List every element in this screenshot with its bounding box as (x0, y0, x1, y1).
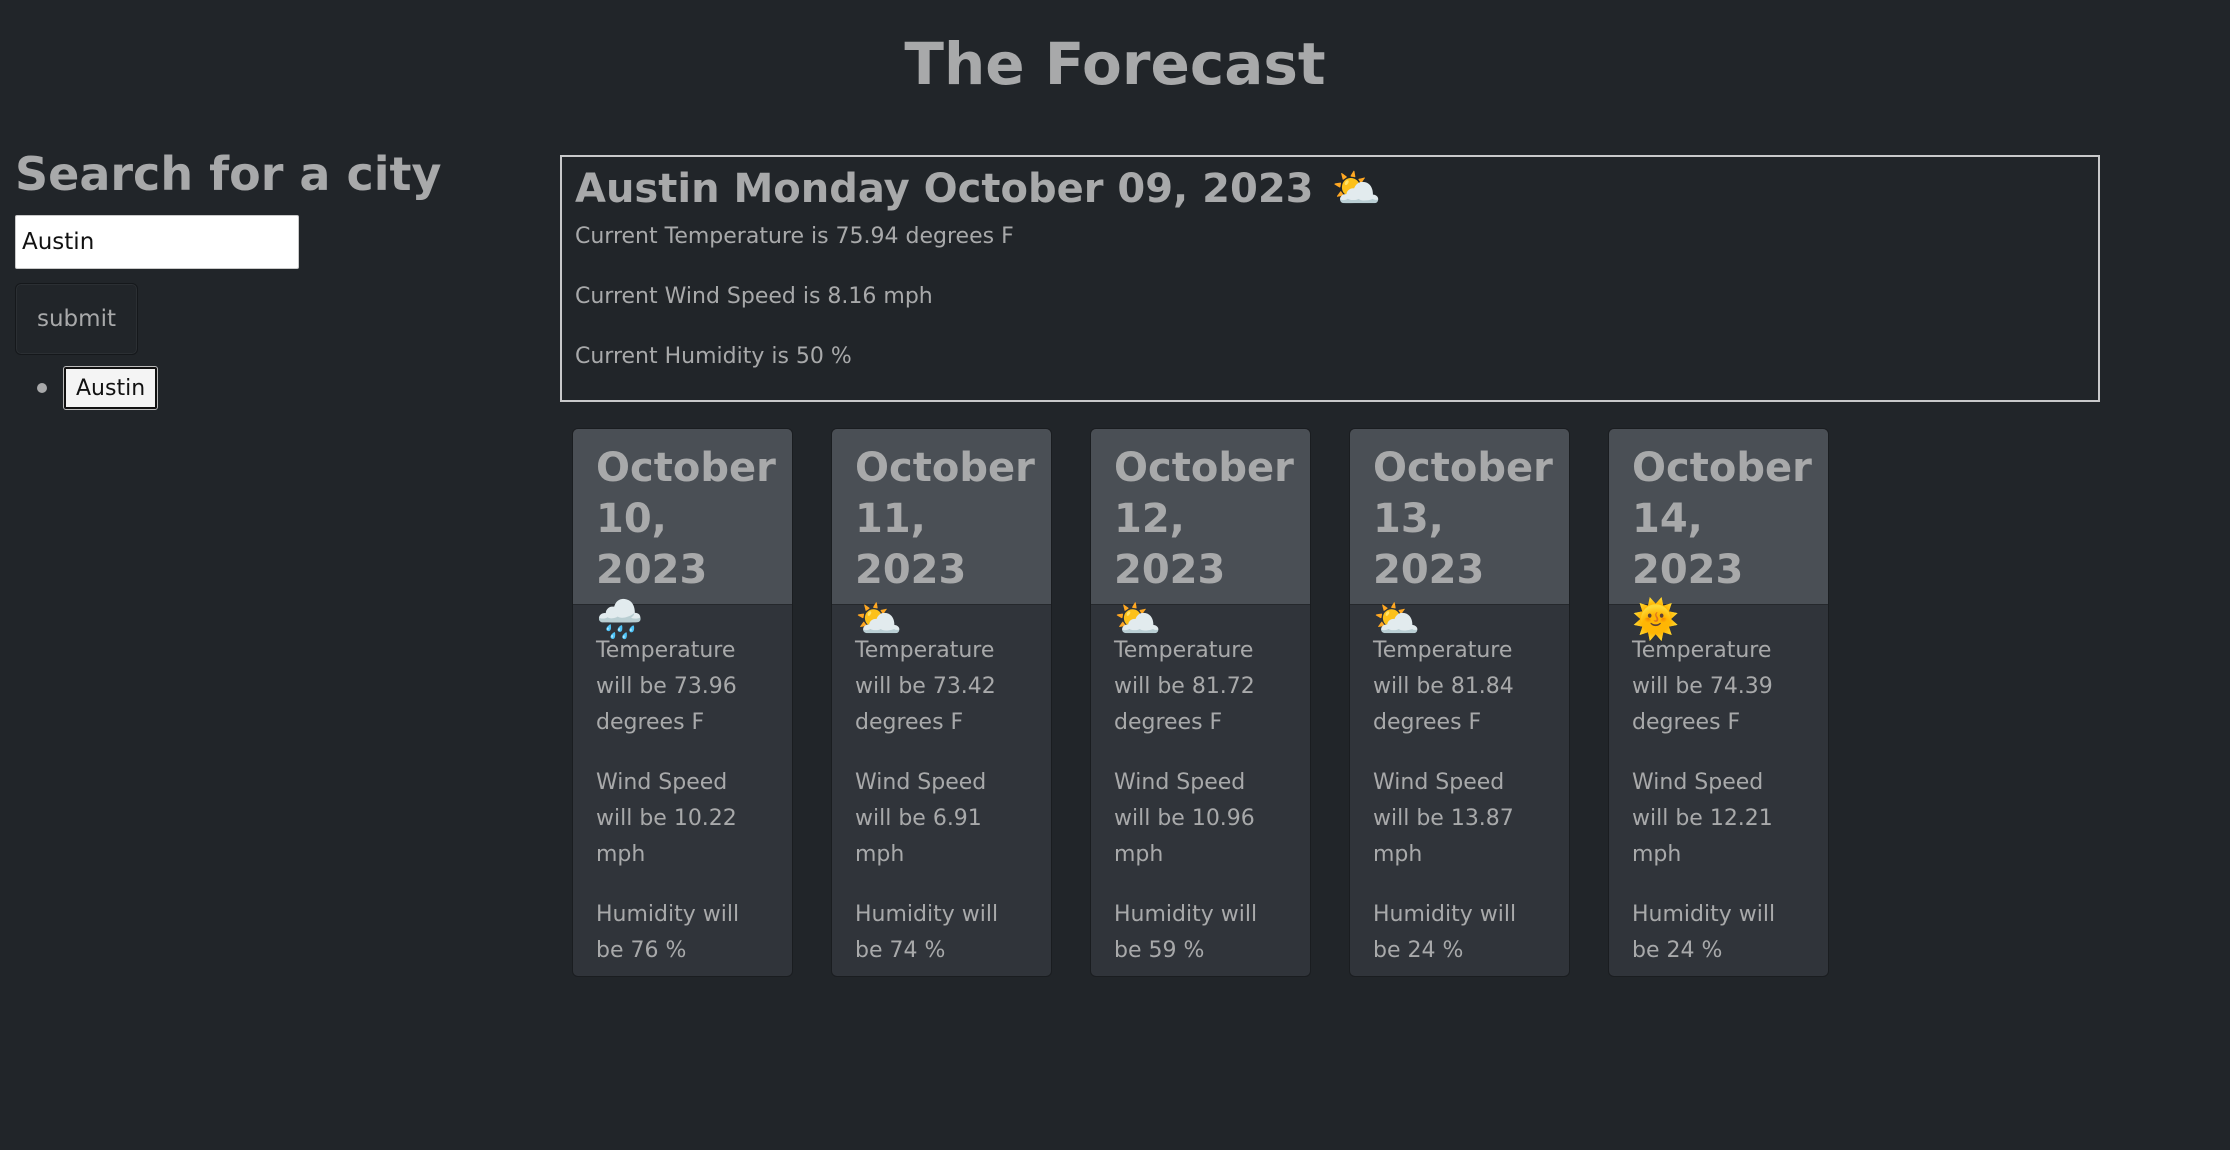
history-city-button[interactable]: Austin (62, 366, 159, 410)
forecast-card: October 10, 2023 🌧️ Temperature will be … (572, 428, 793, 977)
forecast-card: October 13, 2023 ⛅ Temperature will be 8… (1349, 428, 1570, 977)
forecast-date: October 11, 2023 (855, 445, 1035, 593)
five-day-forecast: October 10, 2023 🌧️ Temperature will be … (572, 428, 1829, 977)
forecast-temperature: Temperature will be 81.72 degrees F (1114, 638, 1255, 735)
city-search-input[interactable] (15, 215, 299, 269)
forecast-date: October 13, 2023 (1373, 445, 1553, 593)
page-title: The Forecast (904, 30, 1326, 98)
current-temperature: Current Temperature is 75.94 degrees F (575, 224, 1014, 249)
sun-behind-cloud-icon: ⛅ (1331, 166, 1382, 212)
search-history-list: Austin (15, 366, 535, 410)
forecast-date: October 14, 2023 (1632, 445, 1812, 593)
history-item: Austin (37, 366, 535, 410)
forecast-wind-speed: Wind Speed will be 10.96 mph (1114, 770, 1255, 867)
forecast-temperature: Temperature will be 73.96 degrees F (596, 638, 737, 735)
forecast-temperature: Temperature will be 81.84 degrees F (1373, 638, 1514, 735)
forecast-card: October 12, 2023 ⛅ Temperature will be 8… (1090, 428, 1311, 977)
forecast-wind-speed: Wind Speed will be 10.22 mph (596, 770, 737, 867)
forecast-temperature: Temperature will be 73.42 degrees F (855, 638, 996, 735)
forecast-date: October 10, 2023 (596, 445, 776, 593)
forecast-wind-speed: Wind Speed will be 13.87 mph (1373, 770, 1514, 867)
forecast-card: October 11, 2023 ⛅ Temperature will be 7… (831, 428, 1052, 977)
forecast-wind-speed: Wind Speed will be 12.21 mph (1632, 770, 1773, 867)
forecast-humidity: Humidity will be 24 % (1373, 902, 1517, 963)
current-weather-title: Austin Monday October 09, 2023 (575, 166, 1314, 212)
forecast-humidity: Humidity will be 74 % (855, 902, 999, 963)
forecast-humidity: Humidity will be 76 % (596, 902, 740, 963)
current-wind-speed: Current Wind Speed is 8.16 mph (575, 284, 933, 309)
forecast-card: October 14, 2023 🌞 Temperature will be 7… (1608, 428, 1829, 977)
bullet-icon (37, 383, 47, 393)
current-weather-panel: Austin Monday October 09, 2023 ⛅ Current… (560, 155, 2100, 402)
current-humidity: Current Humidity is 50 % (575, 344, 852, 369)
forecast-wind-speed: Wind Speed will be 6.91 mph (855, 770, 987, 867)
forecast-date: October 12, 2023 (1114, 445, 1294, 593)
search-heading: Search for a city (15, 147, 442, 201)
forecast-humidity: Humidity will be 24 % (1632, 902, 1776, 963)
search-panel: Search for a city submit Austin (15, 145, 535, 410)
forecast-humidity: Humidity will be 59 % (1114, 902, 1258, 963)
submit-button[interactable]: submit (15, 283, 138, 355)
forecast-temperature: Temperature will be 74.39 degrees F (1632, 638, 1773, 735)
